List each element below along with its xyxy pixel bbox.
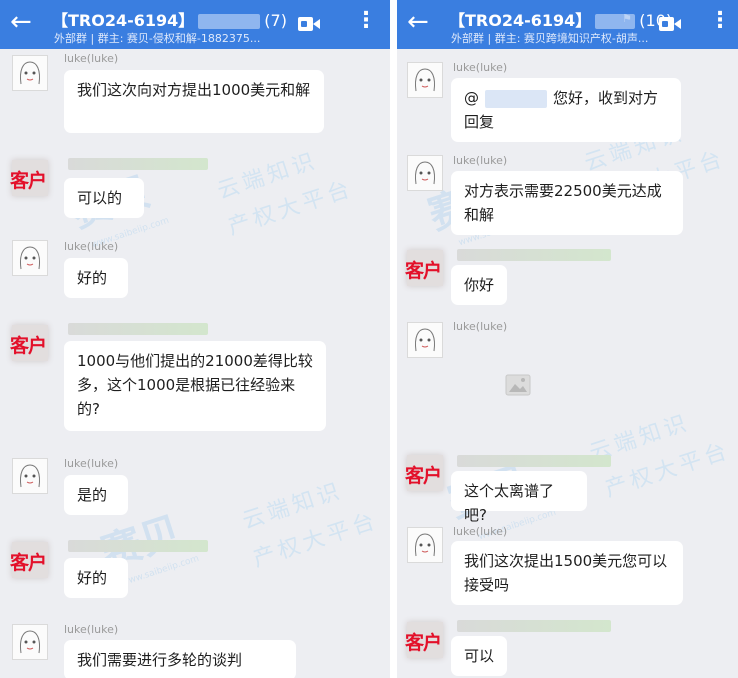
sender-name: luke(luke) bbox=[453, 61, 508, 74]
avatar-luke[interactable] bbox=[407, 62, 443, 98]
avatar-customer[interactable]: 客户 bbox=[10, 542, 48, 578]
customer-label: 客户 bbox=[10, 170, 47, 192]
redacted-name bbox=[198, 14, 261, 29]
message-bubble[interactable]: 1000与他们提出的21000差得比较多，这个1000是根据已往经验来的? bbox=[64, 341, 326, 431]
customer-label: 客户 bbox=[10, 552, 47, 574]
avatar-customer[interactable]: 客户 bbox=[10, 325, 48, 361]
redacted-sender-name bbox=[457, 455, 611, 467]
customer-label: 客户 bbox=[405, 465, 442, 487]
back-arrow-icon[interactable]: ← bbox=[407, 7, 429, 37]
redacted-sender-name bbox=[68, 158, 208, 170]
avatar-luke[interactable] bbox=[407, 527, 443, 563]
message-bubble[interactable]: 你好 bbox=[451, 265, 507, 305]
sender-name: luke(luke) bbox=[453, 525, 508, 538]
sender-name: luke(luke) bbox=[453, 320, 508, 333]
more-vertical-icon[interactable]: ⋮ bbox=[355, 10, 377, 32]
sender-name: luke(luke) bbox=[64, 623, 119, 636]
sender-name: luke(luke) bbox=[64, 240, 119, 253]
chat-panel-left: ← 【TRO24-6194】 (7) 外部群 | 群主: 赛贝-侵权和解-1882… bbox=[0, 0, 390, 678]
sender-name: luke(luke) bbox=[64, 52, 119, 65]
video-call-icon[interactable] bbox=[659, 16, 681, 32]
more-vertical-icon[interactable]: ⋮ bbox=[709, 10, 731, 32]
message-bubble[interactable]: 对方表示需要22500美元达成和解 bbox=[451, 171, 683, 235]
member-count: (7) bbox=[264, 11, 287, 30]
avatar-customer[interactable]: 客户 bbox=[405, 250, 443, 286]
redacted-sender-name bbox=[457, 249, 611, 261]
message-bubble[interactable]: 我们这次提出1500美元您可以接受吗 bbox=[451, 541, 683, 605]
message-bubble[interactable]: 可以的 bbox=[64, 178, 144, 218]
avatar-luke[interactable] bbox=[12, 240, 48, 276]
customer-label: 客户 bbox=[405, 260, 442, 282]
customer-label: 客户 bbox=[405, 632, 442, 654]
redacted-mention bbox=[485, 89, 547, 108]
customer-label: 客户 bbox=[10, 335, 47, 357]
avatar-luke[interactable] bbox=[12, 458, 48, 494]
bell-muted-icon: ⚑ bbox=[622, 12, 632, 25]
watermark-line2: 产权大平台 bbox=[602, 438, 734, 503]
message-bubble[interactable]: 是的 bbox=[64, 475, 128, 515]
avatar-customer[interactable]: 客户 bbox=[10, 160, 48, 196]
chat-subtitle: 外部群 | 群主: 赛贝-侵权和解-1882375... bbox=[54, 32, 261, 45]
watermark-url: www.saibeiip.com bbox=[120, 553, 201, 589]
redacted-sender-name bbox=[68, 540, 208, 552]
avatar-customer[interactable]: 客户 bbox=[405, 455, 443, 491]
watermark-line1: 云端知识 bbox=[214, 148, 322, 205]
redacted-sender-name bbox=[68, 323, 208, 335]
avatar-customer[interactable]: 客户 bbox=[405, 622, 443, 658]
mention-symbol: @ bbox=[464, 89, 479, 107]
sender-name: luke(luke) bbox=[453, 154, 508, 167]
avatar-luke[interactable] bbox=[12, 55, 48, 91]
avatar-luke[interactable] bbox=[12, 624, 48, 660]
watermark-line2: 产权大平台 bbox=[225, 176, 357, 241]
back-arrow-icon[interactable]: ← bbox=[10, 7, 32, 37]
message-bubble[interactable]: 我们这次向对方提出1000美元和解 bbox=[64, 70, 324, 133]
redacted-sender-name bbox=[457, 620, 611, 632]
chat-title: 【TRO24-6194】 (7) bbox=[52, 11, 287, 30]
message-bubble[interactable]: 我们需要进行多轮的谈判 bbox=[64, 640, 296, 678]
image-placeholder-icon[interactable] bbox=[505, 374, 531, 396]
avatar-luke[interactable] bbox=[407, 322, 443, 358]
message-bubble[interactable]: 好的 bbox=[64, 258, 128, 298]
message-bubble[interactable]: 可以 bbox=[451, 636, 507, 676]
chat-panel-right: ← 【TRO24-6194】 (10) ⚑ 外部群 | 群主: 赛贝跨境知识产权-… bbox=[397, 0, 738, 678]
watermark-line2: 产权大平台 bbox=[250, 508, 382, 573]
chat-header: ← 【TRO24-6194】 (7) 外部群 | 群主: 赛贝-侵权和解-1882… bbox=[0, 0, 390, 49]
chat-title: 【TRO24-6194】 (10) bbox=[449, 11, 673, 30]
watermark-line1: 云端知识 bbox=[239, 478, 347, 535]
avatar-luke[interactable] bbox=[407, 155, 443, 191]
message-bubble[interactable]: 这个太离谱了吧? bbox=[451, 471, 587, 524]
chat-subtitle: 外部群 | 群主: 赛贝跨境知识产权-胡声... bbox=[451, 32, 649, 45]
sender-name: luke(luke) bbox=[64, 457, 119, 470]
video-call-icon[interactable] bbox=[298, 16, 320, 32]
message-bubble[interactable]: @ 您好，收到对方回复 bbox=[451, 78, 681, 142]
chat-header: ← 【TRO24-6194】 (10) ⚑ 外部群 | 群主: 赛贝跨境知识产权-… bbox=[397, 0, 738, 49]
message-bubble[interactable]: 好的 bbox=[64, 558, 128, 598]
